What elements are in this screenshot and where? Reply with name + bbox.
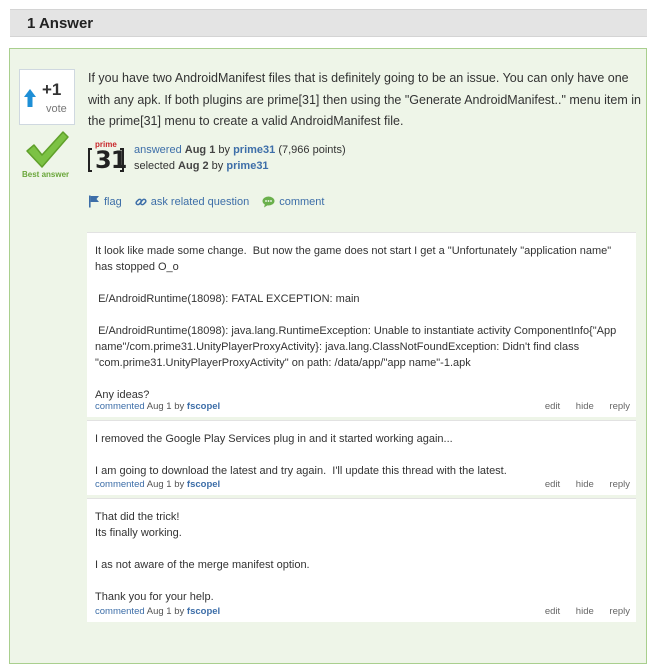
checkmark-icon bbox=[26, 131, 69, 168]
avatar-bracket-right bbox=[120, 148, 124, 172]
hide-button[interactable]: hide bbox=[576, 606, 594, 617]
answered-points: (7,966 points) bbox=[278, 144, 346, 156]
comment-user-link[interactable]: fscopel bbox=[187, 401, 220, 412]
vote-box: +1 vote bbox=[19, 69, 75, 125]
comment: I removed the Google Play Services plug … bbox=[87, 420, 636, 495]
comment-by: by bbox=[174, 401, 185, 412]
vote-label: vote bbox=[46, 103, 67, 115]
comment-date: Aug 1 bbox=[146, 606, 172, 617]
commented-link[interactable]: commented bbox=[95, 479, 145, 490]
comment-list: It look like made some change. But now t… bbox=[87, 232, 636, 625]
comment-user-link[interactable]: fscopel bbox=[187, 606, 220, 617]
accepted-answer: +1 vote Best answer If you have two Andr… bbox=[9, 48, 647, 664]
comment-by: by bbox=[174, 479, 185, 490]
comment-by: by bbox=[174, 606, 185, 617]
comment-user-link[interactable]: fscopel bbox=[187, 479, 220, 490]
selected-by: by bbox=[211, 160, 224, 172]
answer-body: If you have two AndroidManifest files th… bbox=[88, 71, 641, 128]
best-answer-label: Best answer bbox=[22, 170, 70, 179]
comment-date: Aug 1 bbox=[146, 401, 172, 412]
comment-footer: commented Aug 1 by fscopel edit hide rep… bbox=[87, 398, 636, 417]
flag-icon bbox=[89, 195, 99, 208]
hide-button[interactable]: hide bbox=[576, 479, 594, 490]
comment-text: That did the trick! Its finally working.… bbox=[95, 511, 310, 603]
avatar[interactable]: prime 31 bbox=[88, 141, 127, 174]
edit-button[interactable]: edit bbox=[545, 401, 560, 412]
answers-header: 1 Answer bbox=[10, 9, 647, 37]
selected-user-link[interactable]: prime31 bbox=[226, 160, 268, 172]
edit-button[interactable]: edit bbox=[545, 479, 560, 490]
edit-button[interactable]: edit bbox=[545, 606, 560, 617]
comment-text: I removed the Google Play Services plug … bbox=[95, 433, 507, 477]
ask-related-question-button[interactable]: ask related question bbox=[135, 196, 249, 208]
hide-button[interactable]: hide bbox=[576, 401, 594, 412]
flag-button[interactable]: flag bbox=[88, 195, 122, 208]
selected-date: Aug 2 bbox=[178, 160, 209, 172]
commented-link[interactable]: commented bbox=[95, 606, 145, 617]
answers-count-title: 1 Answer bbox=[27, 15, 94, 32]
comment-date: Aug 1 bbox=[146, 479, 172, 490]
answered-date: Aug 1 bbox=[184, 144, 216, 156]
speech-bubble-icon bbox=[262, 196, 275, 207]
ask-related-label: ask related question bbox=[150, 195, 250, 208]
commented-link[interactable]: commented bbox=[95, 401, 145, 412]
comment: That did the trick! Its finally working.… bbox=[87, 498, 636, 622]
answered-by: by bbox=[218, 144, 231, 156]
arrow-up-icon[interactable] bbox=[23, 88, 37, 108]
comment-label: comment bbox=[279, 195, 325, 208]
comment-button[interactable]: comment bbox=[262, 196, 324, 208]
answered-meta: answered Aug 1 by prime31 (7,966 points) bbox=[134, 144, 346, 156]
answer-actions: flag ask related question comment bbox=[88, 195, 337, 208]
selected-label: selected bbox=[134, 160, 175, 172]
comment: It look like made some change. But now t… bbox=[87, 232, 636, 417]
reply-button[interactable]: reply bbox=[609, 401, 630, 412]
flag-label: flag bbox=[104, 195, 122, 208]
comment-footer: commented Aug 1 by fscopel edit hide rep… bbox=[87, 476, 636, 495]
reply-button[interactable]: reply bbox=[609, 606, 630, 617]
selected-meta: selected Aug 2 by prime31 bbox=[134, 160, 269, 172]
vote-count: +1 bbox=[42, 80, 62, 99]
link-icon bbox=[135, 198, 147, 205]
reply-button[interactable]: reply bbox=[609, 479, 630, 490]
answered-user-link[interactable]: prime31 bbox=[233, 144, 275, 156]
answered-link[interactable]: answered bbox=[134, 144, 182, 156]
comment-footer: commented Aug 1 by fscopel edit hide rep… bbox=[87, 603, 636, 622]
avatar-bracket-left bbox=[88, 148, 92, 172]
comment-text: It look like made some change. But now t… bbox=[95, 245, 617, 401]
